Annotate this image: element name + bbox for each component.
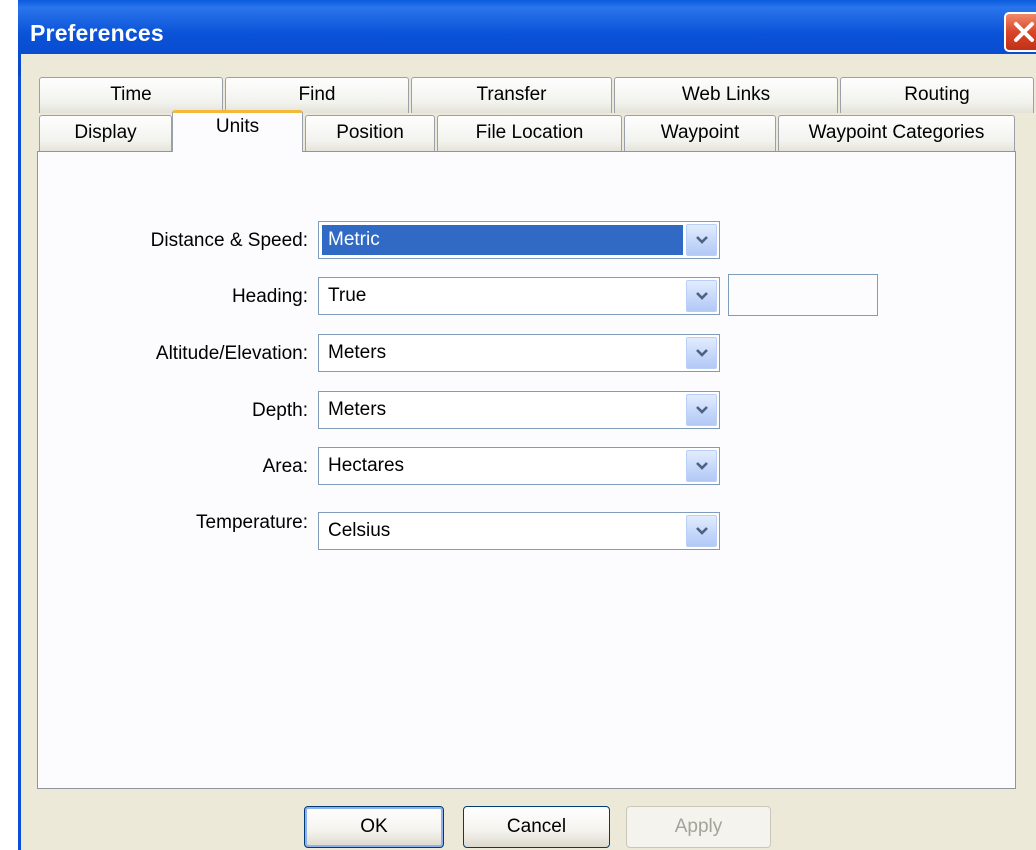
ok-button[interactable]: OK <box>304 806 444 848</box>
area-label: Area: <box>262 456 308 477</box>
chevron-down-icon <box>696 462 708 470</box>
heading-dropdown-button[interactable] <box>686 280 717 312</box>
tab-file-location[interactable]: File Location <box>437 115 622 152</box>
close-button[interactable] <box>1004 12 1036 52</box>
depth-label: Depth: <box>252 400 308 421</box>
area-select[interactable]: Hectares <box>318 447 720 485</box>
distance-speed-dropdown-button[interactable] <box>686 224 717 256</box>
heading-select[interactable]: True <box>318 277 720 315</box>
units-panel: Distance & Speed: Metric Heading: True A… <box>37 151 1016 789</box>
close-icon <box>1014 22 1034 42</box>
apply-button[interactable]: Apply <box>626 806 771 848</box>
depth-value: Meters <box>328 399 387 420</box>
window-title: Preferences <box>30 20 164 46</box>
heading-offset-field <box>728 274 878 316</box>
chevron-down-icon <box>696 349 708 357</box>
tab-units[interactable]: Units <box>172 110 303 152</box>
heading-label: Heading: <box>231 286 308 307</box>
distance-speed-value: Metric <box>322 225 683 255</box>
tab-routing[interactable]: Routing <box>840 77 1034 113</box>
cancel-button[interactable]: Cancel <box>463 806 610 848</box>
temperature-value: Celsius <box>328 520 391 541</box>
tab-display[interactable]: Display <box>39 115 172 152</box>
tab-find[interactable]: Find <box>225 77 409 113</box>
depth-dropdown-button[interactable] <box>686 394 717 426</box>
distance-speed-select[interactable]: Metric <box>318 221 720 259</box>
chevron-down-icon <box>696 292 708 300</box>
chevron-down-icon <box>696 236 708 244</box>
area-dropdown-button[interactable] <box>686 450 717 482</box>
chevron-down-icon <box>696 527 708 535</box>
tab-waypoint-categories[interactable]: Waypoint Categories <box>778 115 1015 152</box>
tab-waypoint[interactable]: Waypoint <box>624 115 776 152</box>
temperature-select[interactable]: Celsius <box>318 512 720 550</box>
tab-position[interactable]: Position <box>305 115 435 152</box>
tab-transfer[interactable]: Transfer <box>411 77 612 113</box>
dialog-client-area: Time Find Transfer Web Links Routing Dis… <box>21 54 1036 850</box>
altitude-select[interactable]: Meters <box>318 334 720 372</box>
chevron-down-icon <box>696 406 708 414</box>
distance-speed-label: Distance & Speed: <box>150 230 308 251</box>
altitude-label: Altitude/Elevation: <box>155 343 308 364</box>
temperature-label: Temperature: <box>196 512 308 533</box>
tab-web-links[interactable]: Web Links <box>614 77 838 113</box>
altitude-dropdown-button[interactable] <box>686 337 717 369</box>
temperature-dropdown-button[interactable] <box>686 515 717 547</box>
depth-select[interactable]: Meters <box>318 391 720 429</box>
heading-value: True <box>328 285 367 306</box>
altitude-value: Meters <box>328 342 387 363</box>
area-value: Hectares <box>328 455 405 476</box>
preferences-window: Preferences Time Find Transfer Web Links… <box>18 0 1036 850</box>
tab-time[interactable]: Time <box>39 77 223 113</box>
